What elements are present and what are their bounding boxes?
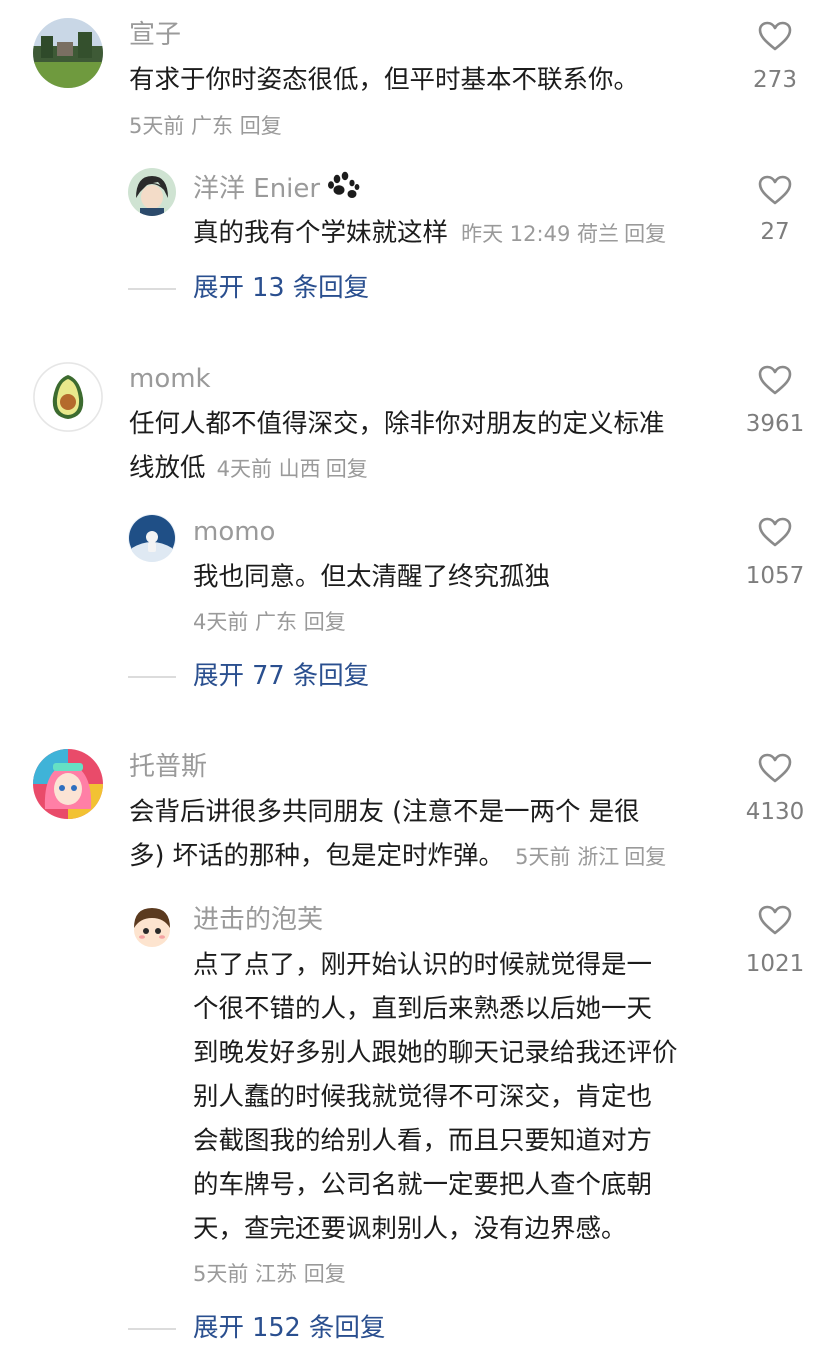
heart-outline-icon [758,365,792,395]
reply-text-line: 真的我有个学妹就这样 昨天 12:49 荷兰 回复 [193,211,666,255]
like-count: 1057 [745,563,805,589]
reply-button[interactable]: 回复 [304,610,346,634]
avatar-momo[interactable] [128,514,176,562]
like-button[interactable] [757,364,793,400]
expand-replies-button[interactable]: 展开 13 条回复 [193,273,369,303]
paw-print-icon [328,171,360,198]
like-button[interactable] [757,904,793,940]
reply-meta: 5天前 江苏 回复 [193,1259,346,1289]
comment-author[interactable]: momk [129,364,211,394]
expand-divider [128,676,176,678]
avatar-cartoon-face-image [128,902,176,950]
reply-text-line: 别人蠢的时候我就觉得不可深交，肯定也 [193,1082,653,1112]
reply-text-line: 个很不错的人，直到后来熟悉以后她一天 [193,994,653,1024]
comment-text-line-2: 多) 坏话的那种，包是定时炸弹。 5天前 浙江 回复 [129,834,666,878]
avatar-momk[interactable] [33,362,103,432]
comment-text: 多) 坏话的那种，包是定时炸弹。 [129,841,505,871]
reply-text-line: 的车牌号，公司名就一定要把人查个底朝 [193,1170,653,1200]
comment-text-line-2: 线放低 4天前 山西 回复 [129,446,368,490]
comment-time-location: 4天前 山西 [216,457,321,481]
reply-button[interactable]: 回复 [240,114,282,138]
reply-author[interactable]: momo [193,517,275,547]
comment-author[interactable]: 宣子 [129,20,181,50]
comment-meta: 5天前 广东 回复 [129,111,282,141]
reply-text-line: 到晚发好多别人跟她的聊天记录给我还评价 [193,1038,678,1068]
reply-author[interactable]: 进击的泡芙 [193,905,323,935]
reply-button[interactable]: 回复 [304,1262,346,1286]
reply-text: 我也同意。但太清醒了终究孤独 [193,562,551,592]
expand-replies-button[interactable]: 展开 152 条回复 [193,1313,385,1343]
comment-time-location: 5天前 广东 [129,114,234,138]
reply-button[interactable]: 回复 [624,222,666,246]
comment-time-location: 5天前 浙江 [515,845,620,869]
reply-time-location: 5天前 江苏 [193,1262,298,1286]
comment-author[interactable]: 托普斯 [129,752,207,782]
like-button[interactable] [757,516,793,552]
like-button[interactable] [757,174,793,210]
avatar-yangyang[interactable] [128,168,176,216]
reply-time-location: 昨天 12:49 荷兰 [461,222,619,246]
avatar-jinji-paofu[interactable] [128,902,176,950]
heart-outline-icon [758,175,792,205]
reply-text-line: 点了点了，刚开始认识的时候就觉得是一 [193,950,653,980]
reply-author-name: 洋洋 Enier [193,174,321,204]
avatar-avocado-image [33,362,103,432]
like-count: 3961 [745,411,805,437]
comment-text-line-1: 任何人都不值得深交，除非你对朋友的定义标准 [129,409,665,439]
reply-text-line: 天，查完还要讽刺别人，没有边界感。 [193,1214,627,1244]
comment-text: 有求于你时姿态很低，但平时基本不联系你。 [129,65,640,95]
heart-outline-icon [758,21,792,51]
reply-text: 真的我有个学妹就这样 [193,218,449,248]
like-count: 27 [760,219,790,245]
heart-outline-icon [758,753,792,783]
expand-divider [128,1328,176,1330]
avatar-anime-boy-image [128,168,176,216]
heart-outline-icon [758,905,792,935]
avatar-tuopusi[interactable] [33,749,103,819]
like-count: 1021 [745,951,805,977]
reply-button[interactable]: 回复 [624,845,666,869]
like-button[interactable] [757,752,793,788]
avatar-xuanzi[interactable] [33,18,103,88]
reply-author[interactable]: 洋洋 Enier [193,171,362,204]
like-count: 273 [753,67,797,93]
avatar-landscape-image [33,18,103,88]
heart-outline-icon [758,517,792,547]
reply-text-line: 会截图我的给别人看，而且只要知道对方 [193,1126,653,1156]
avatar-anime-girl-image [33,749,103,819]
like-count: 4130 [745,799,805,825]
reply-meta: 4天前 广东 回复 [193,607,346,637]
expand-replies-button[interactable]: 展开 77 条回复 [193,661,369,691]
reply-button[interactable]: 回复 [326,457,368,481]
comment-text: 线放低 [129,453,206,483]
reply-time-location: 4天前 广东 [193,610,298,634]
like-button[interactable] [757,20,793,56]
expand-divider [128,288,176,290]
avatar-blue-figure-image [128,514,176,562]
comment-text-line-1: 会背后讲很多共同朋友 (注意不是一两个 是很 [129,797,640,827]
reply-text-block: 点了点了，刚开始认识的时候就觉得是一 个很不错的人，直到后来熟悉以后她一天 到晚… [193,943,678,1251]
